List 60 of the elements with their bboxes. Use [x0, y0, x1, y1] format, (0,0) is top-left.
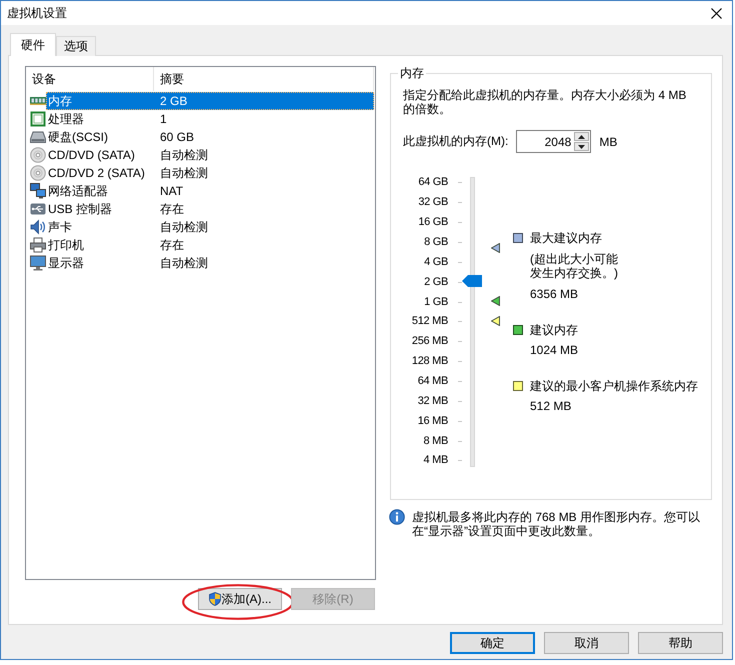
legend-title: 最大建议内存 — [530, 231, 603, 245]
scale-label: 8 GB — [424, 236, 448, 249]
legend-value: 512 MB — [530, 399, 572, 413]
help-button[interactable]: 帮助 — [638, 632, 723, 654]
close-icon — [711, 8, 722, 18]
scale-label: 32 MB — [418, 394, 448, 408]
chip-icon — [30, 111, 46, 127]
info-icon — [389, 509, 405, 525]
scale-label: 1 GB — [424, 296, 448, 309]
column-header: 设备 — [26, 67, 154, 91]
hard-drive-icon — [30, 129, 46, 145]
device-row[interactable]: CD/DVD 2 (SATA) 自动检测 — [46, 164, 374, 182]
device-row[interactable]: USB 控制器 存在 — [46, 200, 374, 218]
scale-label: 512 MB — [412, 315, 448, 328]
unit-label: MB — [599, 134, 618, 148]
device-row[interactable]: 打印机 存在 — [46, 236, 374, 254]
scale-label: 16 GB — [418, 216, 448, 230]
cancel-button[interactable]: 取消 — [544, 632, 629, 654]
speaker-icon — [30, 219, 46, 235]
legend-title: 建议内存 — [530, 323, 578, 337]
device-row[interactable]: CD/DVD (SATA) 自动检测 — [46, 146, 374, 164]
memory-size-label: 此虚拟机的内存(M): — [403, 133, 508, 150]
legend-note: (超出此大小可能发生内存交换。) — [530, 252, 619, 280]
monitor-icon — [30, 255, 46, 271]
info-text: 虚拟机最多将此内存的 768 MB 用作图形内存。您可以在“显示器”设置页面中更改此数量。 — [412, 510, 702, 538]
scale-label: 8 MB — [424, 434, 448, 448]
scale-label: 4 GB — [424, 256, 448, 269]
group-title: 内存 — [399, 66, 425, 80]
scale-label: 32 GB — [418, 196, 448, 210]
scale-label: 16 MB — [418, 414, 448, 428]
legend-title: 建议的最小客户机操作系统内存 — [530, 379, 698, 393]
ok-button[interactable]: 确定 — [450, 632, 535, 654]
scale-label: 256 MB — [412, 335, 448, 348]
column-header: 摘要 — [154, 67, 374, 91]
scale-label: 4 MB — [424, 454, 448, 468]
slider-track[interactable] — [462, 177, 500, 467]
slider-thumb[interactable] — [462, 275, 482, 288]
printer-icon — [30, 237, 46, 253]
memory-description: 指定分配给此虚拟机的内存量。内存大小必须为 4 MB的倍数。 — [403, 88, 688, 116]
legend-value: 6356 MB — [530, 287, 580, 301]
disc-icon — [30, 165, 46, 181]
scale-label: 64 MB — [418, 375, 448, 388]
device-row[interactable]: 内存 2 GB — [46, 92, 374, 110]
add-button[interactable]: 添加(A)... — [198, 588, 282, 610]
scale-label: 64 GB — [418, 176, 448, 190]
device-row[interactable]: 网络适配器 NAT — [46, 182, 374, 200]
scale-label: 2 GB — [424, 276, 448, 289]
legend-value: 1024 MB — [530, 343, 578, 357]
device-row[interactable]: 处理器 1 — [46, 110, 374, 128]
tab[interactable]: 选项 — [56, 36, 96, 56]
scale-label: 128 MB — [412, 355, 448, 368]
device-row[interactable]: 声卡 自动检测 — [46, 218, 374, 236]
usb-icon — [30, 201, 46, 217]
device-row[interactable]: 显示器 自动检测 — [46, 254, 374, 272]
network-icon — [30, 183, 46, 199]
close-button[interactable] — [711, 8, 722, 18]
tab[interactable]: 硬件 — [10, 33, 56, 56]
disc-icon — [30, 147, 46, 163]
window-title: 虚拟机设置 — [7, 5, 67, 21]
device-row[interactable]: 硬盘(SCSI) 60 GB — [46, 128, 374, 146]
